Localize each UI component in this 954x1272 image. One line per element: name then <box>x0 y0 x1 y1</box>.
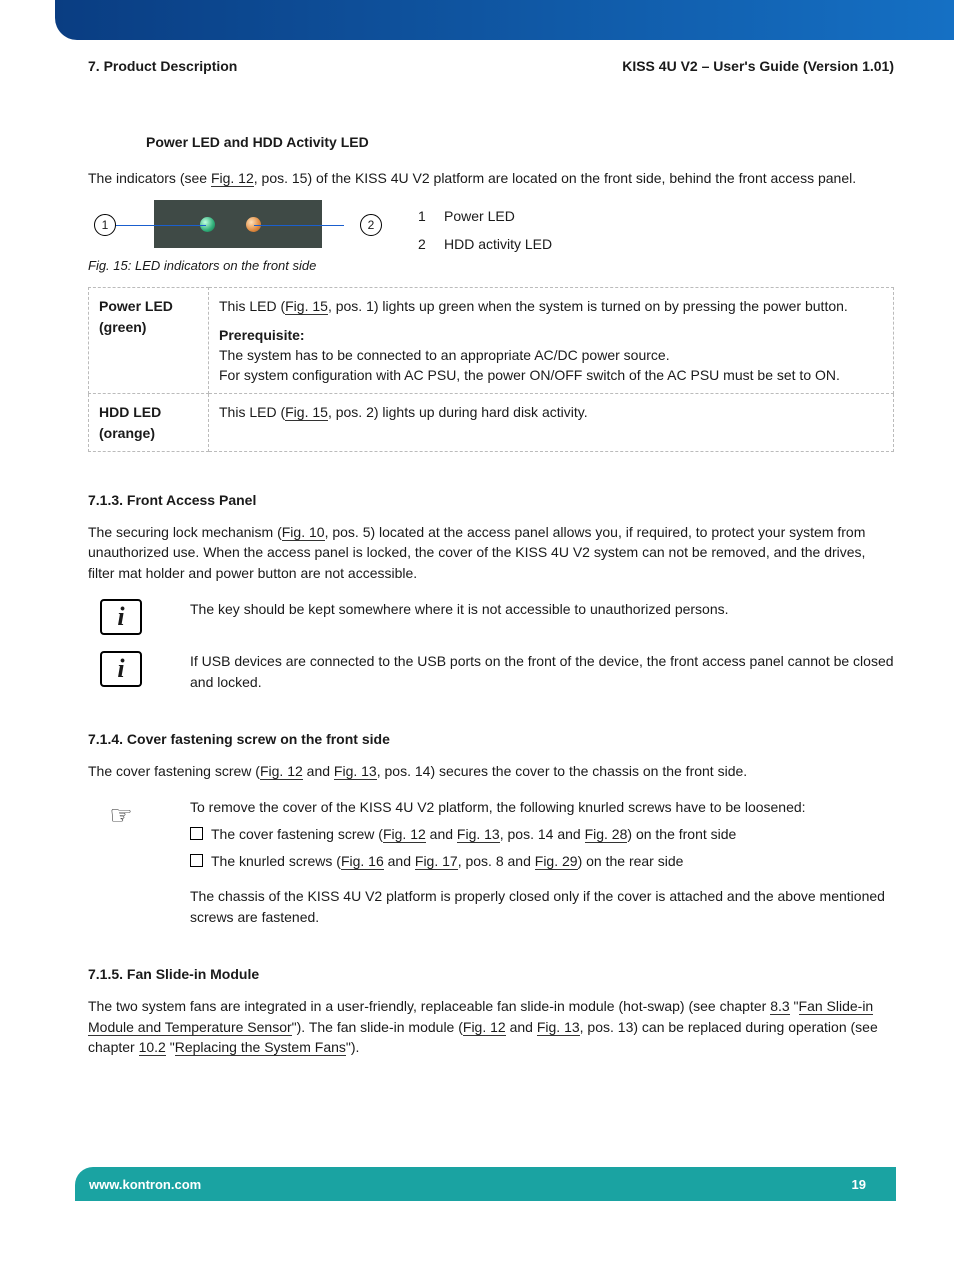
info-icon: i <box>100 599 142 635</box>
p-714: The cover fastening screw (Fig. 12 and F… <box>88 761 894 781</box>
running-header: 7. Product Description KISS 4U V2 – User… <box>88 58 894 74</box>
info-icon: i <box>100 651 142 687</box>
prerequisite-label: Prerequisite: <box>219 325 883 345</box>
page-footer: www.kontron.com 19 <box>75 1167 896 1201</box>
figure-15-legend: 1Power LED 2HDD activity LED <box>418 200 552 258</box>
hand-note: ☞ To remove the cover of the KISS 4U V2 … <box>100 797 894 928</box>
header-banner <box>55 0 954 40</box>
heading-714: 7.1.4. Cover fastening screw on the fron… <box>88 731 894 747</box>
row-power-led-label: Power LED (green) <box>89 288 209 394</box>
callout-1: 1 <box>94 214 116 236</box>
checkbox-icon <box>190 854 203 867</box>
heading-715: 7.1.5. Fan Slide-in Module <box>88 966 894 982</box>
heading-713: 7.1.3. Front Access Panel <box>88 492 894 508</box>
led-photo: 1 2 <box>154 200 322 248</box>
footer-page-number: 19 <box>852 1177 866 1192</box>
xref-fig15-b[interactable]: Fig. 15 <box>285 404 328 421</box>
pointing-hand-icon: ☞ <box>100 797 142 833</box>
bullet-1: The cover fastening screw (Fig. 12 and F… <box>211 824 736 845</box>
led-description-table: Power LED (green) This LED (Fig. 15, pos… <box>88 287 894 452</box>
callout-line-1 <box>116 225 206 226</box>
row-hdd-led-label: HDD LED (orange) <box>89 394 209 452</box>
callout-2: 2 <box>360 214 382 236</box>
p-715: The two system fans are integrated in a … <box>88 996 894 1057</box>
xref-fig12-b[interactable]: Fig. 12 <box>260 763 303 780</box>
xref-fig12[interactable]: Fig. 12 <box>211 170 254 187</box>
xref-fig10[interactable]: Fig. 10 <box>282 524 325 541</box>
info-note-2: i If USB devices are connected to the US… <box>100 651 894 693</box>
header-right: KISS 4U V2 – User's Guide (Version 1.01) <box>622 58 894 74</box>
p-713: The securing lock mechanism (Fig. 10, po… <box>88 522 894 583</box>
led-intro: The indicators (see Fig. 12, pos. 15) of… <box>88 168 894 188</box>
section-title-leds: Power LED and HDD Activity LED <box>146 134 894 150</box>
xref-fig15-a[interactable]: Fig. 15 <box>285 298 328 315</box>
row-hdd-led-text: This LED (Fig. 15, pos. 2) lights up dur… <box>209 394 894 452</box>
footer-url: www.kontron.com <box>89 1177 201 1192</box>
info-note-1: i The key should be kept somewhere where… <box>100 599 894 635</box>
row-power-led-text: This LED (Fig. 15, pos. 1) lights up gre… <box>209 288 894 394</box>
callout-line-2 <box>254 225 344 226</box>
header-left: 7. Product Description <box>88 58 237 74</box>
checkbox-icon <box>190 827 203 840</box>
figure-15-caption: Fig. 15: LED indicators on the front sid… <box>88 258 388 273</box>
figure-15: 1 2 Fig. 15: LED indicators on the front… <box>88 200 894 273</box>
bullet-2: The knurled screws (Fig. 16 and Fig. 17,… <box>211 851 683 872</box>
xref-fig13-a[interactable]: Fig. 13 <box>334 763 377 780</box>
